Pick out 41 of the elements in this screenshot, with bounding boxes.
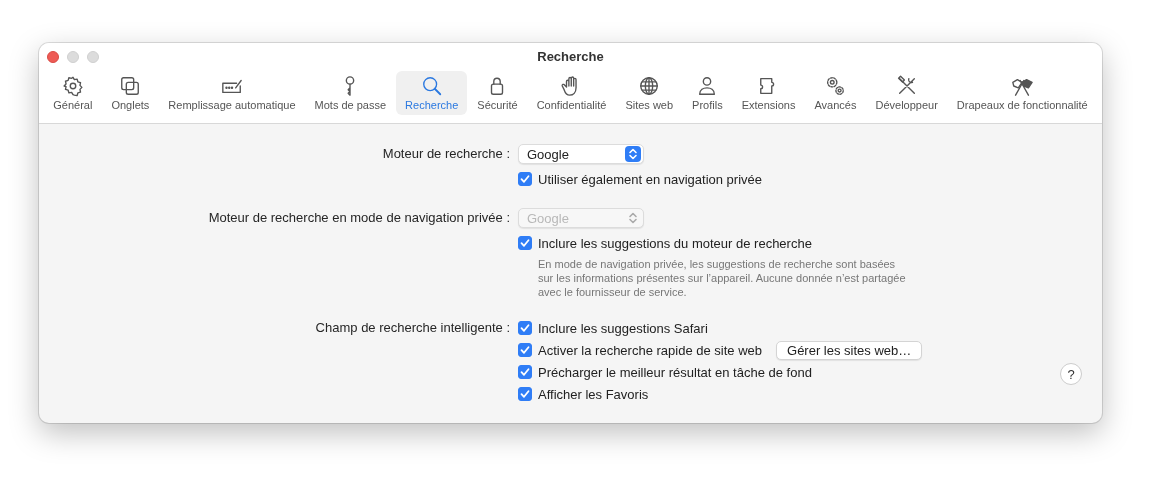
toolbar-tab[interactable]: Développeur [866, 71, 947, 115]
checkbox-label: Précharger le meilleur résultat en tâche de fond [538, 364, 812, 380]
checkbox-label: Utiliser également en navigation privée [538, 171, 762, 187]
checkbox-label: Inclure les suggestions du moteur de recherche [538, 235, 812, 251]
toolbar-tab[interactable]: Extensions [732, 71, 805, 115]
manage-sites-button[interactable]: Gérer les sites web… [776, 340, 923, 360]
close-button[interactable] [47, 51, 59, 63]
checkbox-label: Afficher les Favoris [538, 386, 649, 402]
checkbox[interactable] [518, 321, 532, 335]
overlapping-squares-icon [119, 75, 142, 97]
toolbar-tab[interactable]: Onglets [102, 71, 159, 115]
checkbox[interactable] [518, 343, 532, 357]
toolbar-tab[interactable]: Général [44, 71, 102, 115]
toolbar-tab[interactable]: Remplissage automatique [159, 71, 305, 115]
toolbar-tab[interactable]: Profils [683, 71, 732, 115]
toolbar-tab[interactable]: Drapeaux de fonctionnalité [947, 71, 1097, 115]
checkbox-label: Activer la recherche rapide de site web [538, 342, 762, 358]
toolbar-tab[interactable]: Recherche [396, 71, 468, 115]
help-button[interactable]: ? [1060, 363, 1082, 385]
toolbar-tab[interactable]: Sécurité [468, 71, 527, 115]
checkbox[interactable] [518, 365, 532, 379]
toolbar-tab[interactable]: Avancés [805, 71, 866, 115]
engine-popup[interactable]: Google [518, 144, 644, 164]
privacy-note: En mode de navigation privée, les suggestions de recherche sont basées sur les informations présentes sur l’appareil. Aucune donnée n’est partagée avec le fournisseur de service. [538, 257, 907, 299]
checkbox[interactable] [518, 172, 532, 186]
setting-label: Champ de recherche intelligente : [314, 319, 511, 337]
checkbox-label: Inclure les suggestions Safari [538, 320, 708, 336]
tools-icon [895, 75, 918, 97]
checkbox[interactable] [518, 387, 532, 401]
gears-icon [824, 75, 847, 97]
toolbar-tab[interactable]: Sites web [616, 71, 683, 115]
setting-label: Moteur de recherche en mode de navigation privée : [207, 209, 511, 227]
globe-icon [638, 75, 661, 97]
setting-label: Moteur de recherche : [381, 145, 511, 163]
window-title: Recherche [537, 48, 604, 65]
search-icon [420, 75, 443, 97]
toolbar-tab[interactable]: Confidentialité [527, 71, 616, 115]
chevron-updown-icon [625, 146, 641, 162]
gear-icon [61, 75, 84, 97]
checkbox[interactable] [518, 236, 532, 250]
toolbar-tab[interactable]: Mots de passe [305, 71, 396, 115]
